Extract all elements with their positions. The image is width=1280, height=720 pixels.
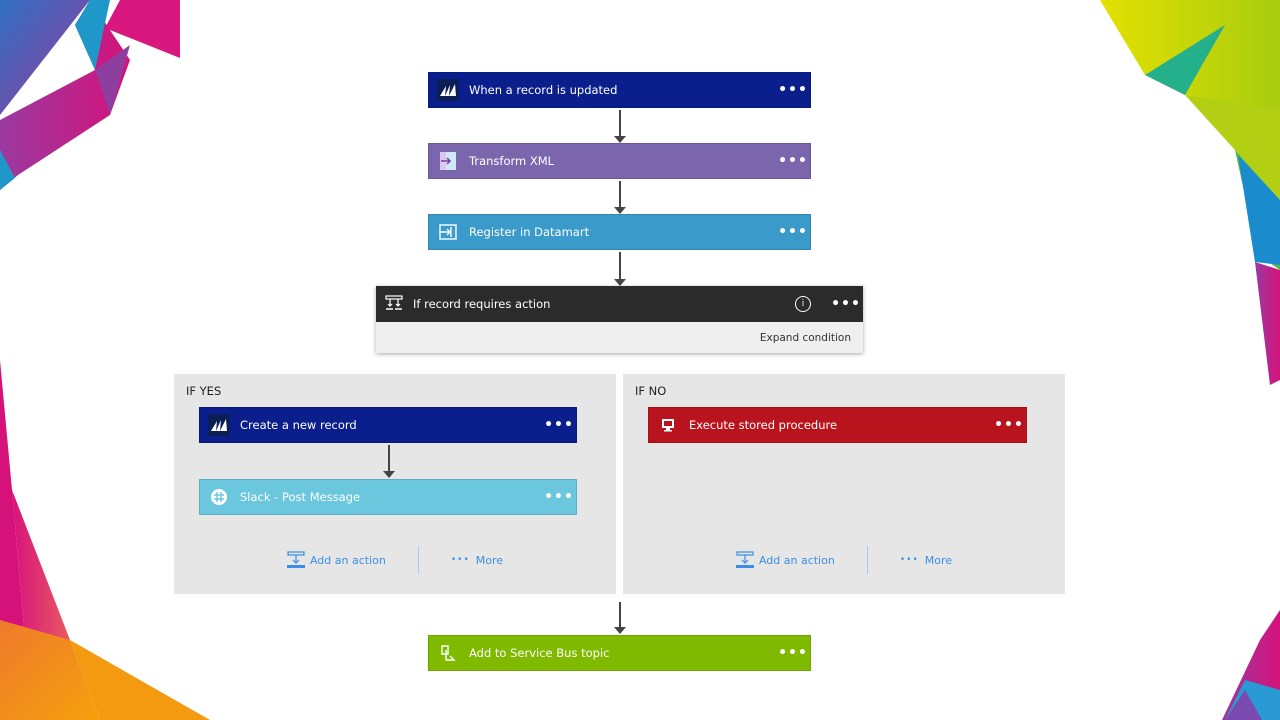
branch-actions: Add an action ••• More bbox=[174, 546, 616, 574]
connector-arrow bbox=[383, 445, 395, 478]
step-card-register-datamart[interactable]: Register in Datamart ••• bbox=[428, 214, 811, 250]
branch-actions: Add an action ••• More bbox=[623, 546, 1065, 574]
step-title: When a record is updated bbox=[469, 83, 618, 97]
divider bbox=[866, 546, 868, 574]
more-options-button[interactable]: ••• bbox=[542, 489, 576, 505]
add-action-icon bbox=[735, 551, 754, 568]
step-card-create-record[interactable]: Create a new record ••• bbox=[199, 407, 577, 443]
branch-label: IF NO bbox=[635, 384, 667, 398]
add-action-button[interactable]: Add an action bbox=[735, 551, 835, 569]
more-button[interactable]: ••• More bbox=[451, 554, 503, 567]
expand-condition-link[interactable]: Expand condition bbox=[760, 332, 851, 344]
add-action-button[interactable]: Add an action bbox=[286, 551, 386, 569]
dynamics-crm-icon bbox=[208, 414, 230, 436]
condition-icon bbox=[385, 295, 403, 313]
add-action-label: Add an action bbox=[309, 553, 386, 567]
step-title: Add to Service Bus topic bbox=[469, 646, 610, 660]
step-title: Create a new record bbox=[240, 418, 357, 432]
ellipsis-icon: ••• bbox=[899, 555, 919, 565]
more-options-button[interactable]: ••• bbox=[776, 224, 810, 240]
condition-header[interactable]: If record requires action i ••• bbox=[376, 286, 863, 322]
more-options-button[interactable]: ••• bbox=[776, 82, 810, 98]
branch-if-no: IF NO Execute stored procedure ••• Add a… bbox=[623, 374, 1065, 594]
more-options-button[interactable]: ••• bbox=[776, 645, 810, 661]
step-card-slack-post[interactable]: Slack - Post Message ••• bbox=[199, 479, 577, 515]
more-options-button[interactable]: ••• bbox=[542, 417, 576, 433]
branch-label: IF YES bbox=[186, 384, 222, 398]
step-card-trigger[interactable]: When a record is updated ••• bbox=[428, 72, 811, 108]
condition-footer: Expand condition bbox=[376, 322, 863, 353]
step-card-execute-stored-procedure[interactable]: Execute stored procedure ••• bbox=[648, 407, 1027, 443]
condition-card: If record requires action i ••• Expand c… bbox=[376, 286, 863, 353]
more-label: More bbox=[924, 553, 953, 567]
dynamics-crm-icon bbox=[437, 79, 459, 101]
more-options-button[interactable]: ••• bbox=[829, 296, 863, 312]
sql-server-icon bbox=[657, 414, 679, 436]
divider bbox=[417, 546, 419, 574]
more-button[interactable]: ••• More bbox=[900, 554, 952, 567]
condition-title: If record requires action bbox=[413, 297, 551, 311]
more-options-button[interactable]: ••• bbox=[776, 153, 810, 169]
add-action-label: Add an action bbox=[758, 553, 835, 567]
connector-arrow bbox=[614, 252, 626, 286]
step-title: Slack - Post Message bbox=[240, 490, 361, 504]
transform-xml-icon bbox=[437, 150, 459, 172]
add-action-icon bbox=[286, 551, 305, 568]
connector-arrow bbox=[614, 110, 626, 143]
step-title: Register in Datamart bbox=[469, 225, 590, 239]
step-card-transform-xml[interactable]: Transform XML ••• bbox=[428, 143, 811, 179]
slack-icon bbox=[208, 486, 230, 508]
step-card-service-bus[interactable]: Add to Service Bus topic ••• bbox=[428, 635, 811, 671]
decorative-background bbox=[0, 0, 1280, 720]
more-options-button[interactable]: ••• bbox=[992, 417, 1026, 433]
info-icon[interactable]: i bbox=[795, 296, 811, 312]
connector-arrow bbox=[614, 602, 626, 634]
step-title: Transform XML bbox=[469, 154, 555, 168]
more-label: More bbox=[475, 553, 504, 567]
ellipsis-icon: ••• bbox=[450, 555, 470, 565]
branch-if-yes: IF YES Create a new record ••• Slack - P… bbox=[174, 374, 616, 594]
service-bus-icon bbox=[437, 642, 459, 664]
datamart-icon bbox=[437, 221, 459, 243]
connector-arrow bbox=[614, 181, 626, 214]
step-title: Execute stored procedure bbox=[689, 418, 838, 432]
